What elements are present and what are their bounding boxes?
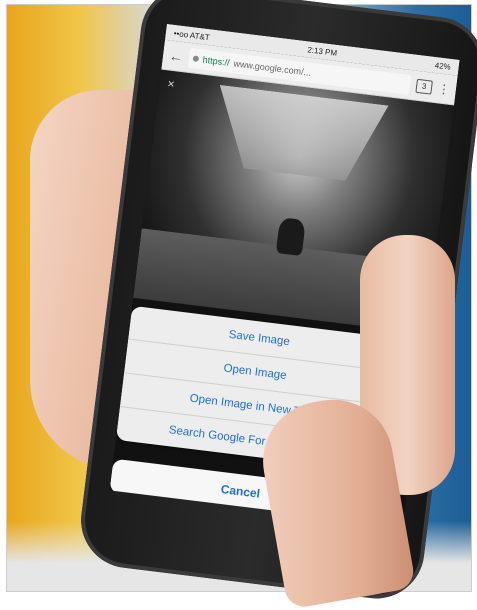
- lock-icon: [192, 54, 200, 62]
- arrow-left-icon[interactable]: ←: [168, 47, 184, 65]
- close-icon[interactable]: ×: [167, 76, 176, 91]
- battery-level: 42%: [434, 60, 452, 72]
- url-scheme: https://: [202, 54, 231, 68]
- carrier-label: ••oo AT&T: [173, 28, 211, 42]
- more-vert-icon[interactable]: ⋮: [437, 81, 451, 96]
- crouching-photographer: [275, 217, 306, 257]
- tunnel-light: [210, 85, 388, 185]
- url-host: www.google.com/...: [233, 57, 312, 78]
- status-time: 2:13 PM: [306, 44, 338, 58]
- tab-switcher-button[interactable]: 3: [415, 78, 433, 95]
